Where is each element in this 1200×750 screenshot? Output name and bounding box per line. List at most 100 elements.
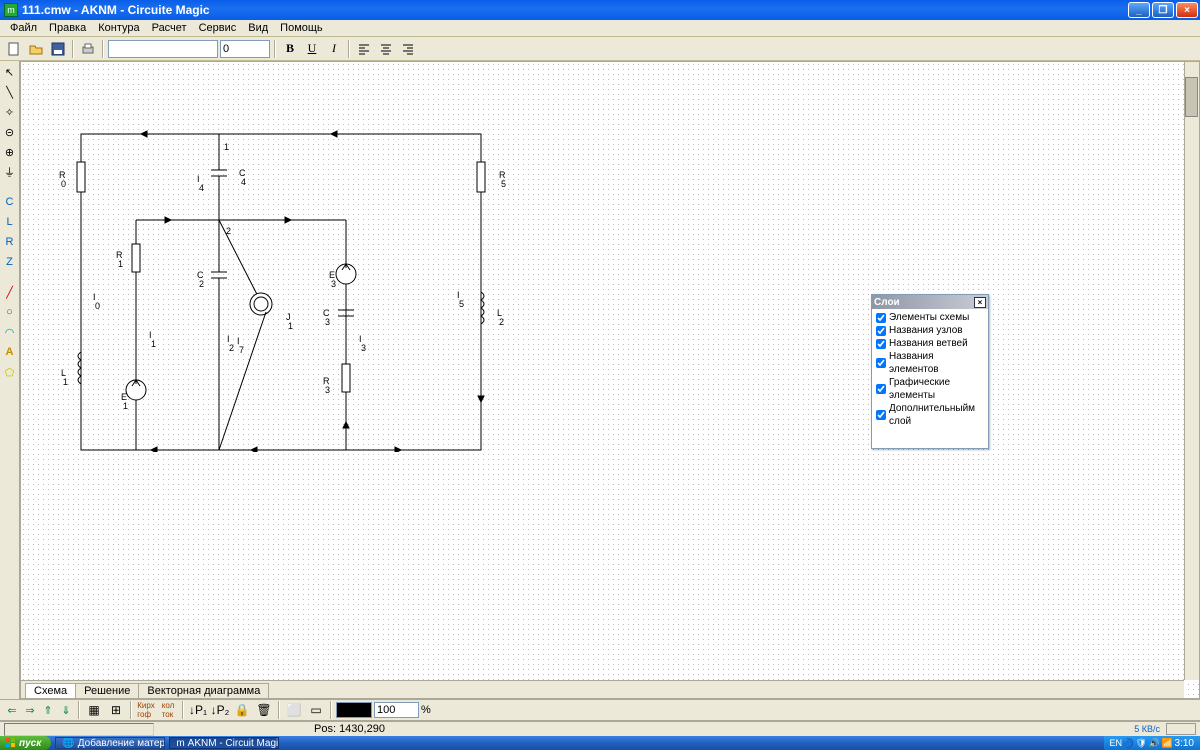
- clock[interactable]: 3:10: [1175, 738, 1194, 749]
- nav-right[interactable]: ⇒: [22, 702, 38, 718]
- tray-icon[interactable]: 🔵: [1123, 738, 1133, 748]
- maximize-button[interactable]: ❐: [1152, 2, 1174, 18]
- layers-panel[interactable]: Слои × Элементы схемы Названия узлов Наз…: [871, 294, 989, 449]
- cursor-position: Pos: 1430,290: [314, 723, 385, 735]
- svg-text:3: 3: [361, 343, 366, 353]
- tool-resistor[interactable]: R: [1, 233, 19, 251]
- layer-checkbox[interactable]: [876, 313, 886, 323]
- system-tray[interactable]: EN 🔵 🛡 🔊 📶 3:10: [1104, 736, 1200, 750]
- nodal-button[interactable]: колток: [158, 700, 178, 720]
- save-button[interactable]: [48, 39, 68, 59]
- kirch-button[interactable]: Кирхгоф: [136, 700, 156, 720]
- svg-text:2: 2: [199, 279, 204, 289]
- tab-solution[interactable]: Решение: [75, 683, 139, 698]
- delete-button[interactable]: 🗑: [254, 700, 274, 720]
- layers-header[interactable]: Слои ×: [872, 295, 988, 309]
- vertical-scrollbar[interactable]: [1184, 62, 1199, 680]
- task-browser[interactable]: 🌐Добавление матери...: [55, 737, 165, 749]
- tray-icon[interactable]: 🛡: [1136, 738, 1146, 748]
- layer-checkbox[interactable]: [876, 384, 886, 394]
- align-center-button[interactable]: [376, 39, 396, 59]
- menu-file[interactable]: Файл: [4, 22, 43, 34]
- tool-source-dc[interactable]: ⊝: [1, 123, 19, 141]
- window-title: 111.cmw - AKNM - Circuite Magic: [22, 3, 1128, 17]
- minimize-button[interactable]: _: [1128, 2, 1150, 18]
- tool-polygon[interactable]: ⬠: [1, 363, 19, 381]
- tool-ground[interactable]: ⏚: [1, 163, 19, 181]
- menu-help[interactable]: Помощь: [274, 22, 329, 34]
- svg-text:1: 1: [288, 321, 293, 331]
- tray-icon[interactable]: 🔊: [1149, 738, 1159, 748]
- lock-button[interactable]: 🔒: [232, 700, 252, 720]
- tool-impedance[interactable]: Z: [1, 253, 19, 271]
- layer-checkbox[interactable]: [876, 326, 886, 336]
- layer-item[interactable]: Дополнительныйм слой: [876, 402, 984, 428]
- zoom-region-button[interactable]: ▭: [306, 700, 326, 720]
- layer-item[interactable]: Графические элементы: [876, 376, 984, 402]
- align-right-button[interactable]: [398, 39, 418, 59]
- tool-circle[interactable]: ○: [1, 303, 19, 321]
- layers-close-button[interactable]: ×: [974, 297, 986, 308]
- tab-schema[interactable]: Схема: [25, 683, 76, 698]
- tool-p1[interactable]: ↓P₁: [188, 700, 208, 720]
- tool-p2[interactable]: ↓P₂: [210, 700, 230, 720]
- layer-item[interactable]: Названия элементов: [876, 350, 984, 376]
- canvas-area[interactable]: 1 2 3 R0 R5 R1 R3 L1 L2 C2 C3 C4 E1 E3 J…: [20, 61, 1200, 699]
- italic-button[interactable]: I: [324, 39, 344, 59]
- start-button[interactable]: пуск: [0, 736, 51, 750]
- font-select[interactable]: [108, 40, 218, 58]
- nav-left[interactable]: ⇐: [4, 702, 20, 718]
- layer-item[interactable]: Элементы схемы: [876, 311, 984, 324]
- print-button[interactable]: [78, 39, 98, 59]
- tool-wire[interactable]: ╲: [1, 83, 19, 101]
- tool-line[interactable]: ╱: [1, 283, 19, 301]
- tool-source-ac[interactable]: ⊕: [1, 143, 19, 161]
- snap-button[interactable]: ⊞: [106, 700, 126, 720]
- tool-capacitor[interactable]: C: [1, 193, 19, 211]
- menu-service[interactable]: Сервис: [193, 22, 243, 34]
- content-area: ↖ ╲ ✧ ⊝ ⊕ ⏚ C L R Z ╱ ○ ◠ A ⬠: [0, 61, 1200, 699]
- svg-text:7: 7: [239, 345, 244, 355]
- align-left-button[interactable]: [354, 39, 374, 59]
- open-button[interactable]: [26, 39, 46, 59]
- tool-text[interactable]: A: [1, 343, 19, 361]
- lang-indicator[interactable]: EN: [1110, 738, 1120, 748]
- layer-checkbox[interactable]: [876, 339, 886, 349]
- status-bar: Pos: 1430,290 5 КВ/с: [0, 721, 1200, 736]
- nav-up[interactable]: ⇑: [40, 702, 56, 718]
- zoom-input[interactable]: [374, 702, 419, 718]
- task-app[interactable]: mAKNM - Circuit Magic: [169, 737, 279, 749]
- svg-text:2: 2: [499, 317, 504, 327]
- color-swatch[interactable]: [336, 702, 372, 718]
- underline-button[interactable]: U: [302, 39, 322, 59]
- menu-contours[interactable]: Контура: [92, 22, 145, 34]
- bold-button[interactable]: B: [280, 39, 300, 59]
- start-label: пуск: [19, 738, 41, 749]
- menu-edit[interactable]: Правка: [43, 22, 92, 34]
- tool-pointer[interactable]: ↖: [1, 63, 19, 81]
- layer-item[interactable]: Названия узлов: [876, 324, 984, 337]
- layer-checkbox[interactable]: [876, 410, 886, 420]
- layer-item[interactable]: Названия ветвей: [876, 337, 984, 350]
- menu-bar: Файл Правка Контура Расчет Сервис Вид По…: [0, 20, 1200, 37]
- svg-text:2: 2: [226, 226, 231, 236]
- grid-button[interactable]: ▦: [84, 700, 104, 720]
- tool-inductor[interactable]: L: [1, 213, 19, 231]
- menu-calc[interactable]: Расчет: [146, 22, 193, 34]
- font-size-input[interactable]: [220, 40, 270, 58]
- svg-text:5: 5: [501, 179, 506, 189]
- zoom-fit-button[interactable]: ⬜: [284, 700, 304, 720]
- separator: [1, 273, 19, 281]
- nav-down[interactable]: ⇓: [58, 702, 74, 718]
- layer-checkbox[interactable]: [876, 358, 886, 368]
- close-button[interactable]: ×: [1176, 2, 1198, 18]
- tab-vector[interactable]: Векторная диаграмма: [138, 683, 269, 698]
- schematic-drawing: 1 2 3 R0 R5 R1 R3 L1 L2 C2 C3 C4 E1 E3 J…: [51, 92, 521, 452]
- svg-text:0: 0: [61, 179, 66, 189]
- layer-label: Названия элементов: [889, 350, 984, 376]
- tool-arc[interactable]: ◠: [1, 323, 19, 341]
- tool-wand[interactable]: ✧: [1, 103, 19, 121]
- new-button[interactable]: [4, 39, 24, 59]
- tray-icon[interactable]: 📶: [1162, 738, 1172, 748]
- menu-view[interactable]: Вид: [242, 22, 274, 34]
